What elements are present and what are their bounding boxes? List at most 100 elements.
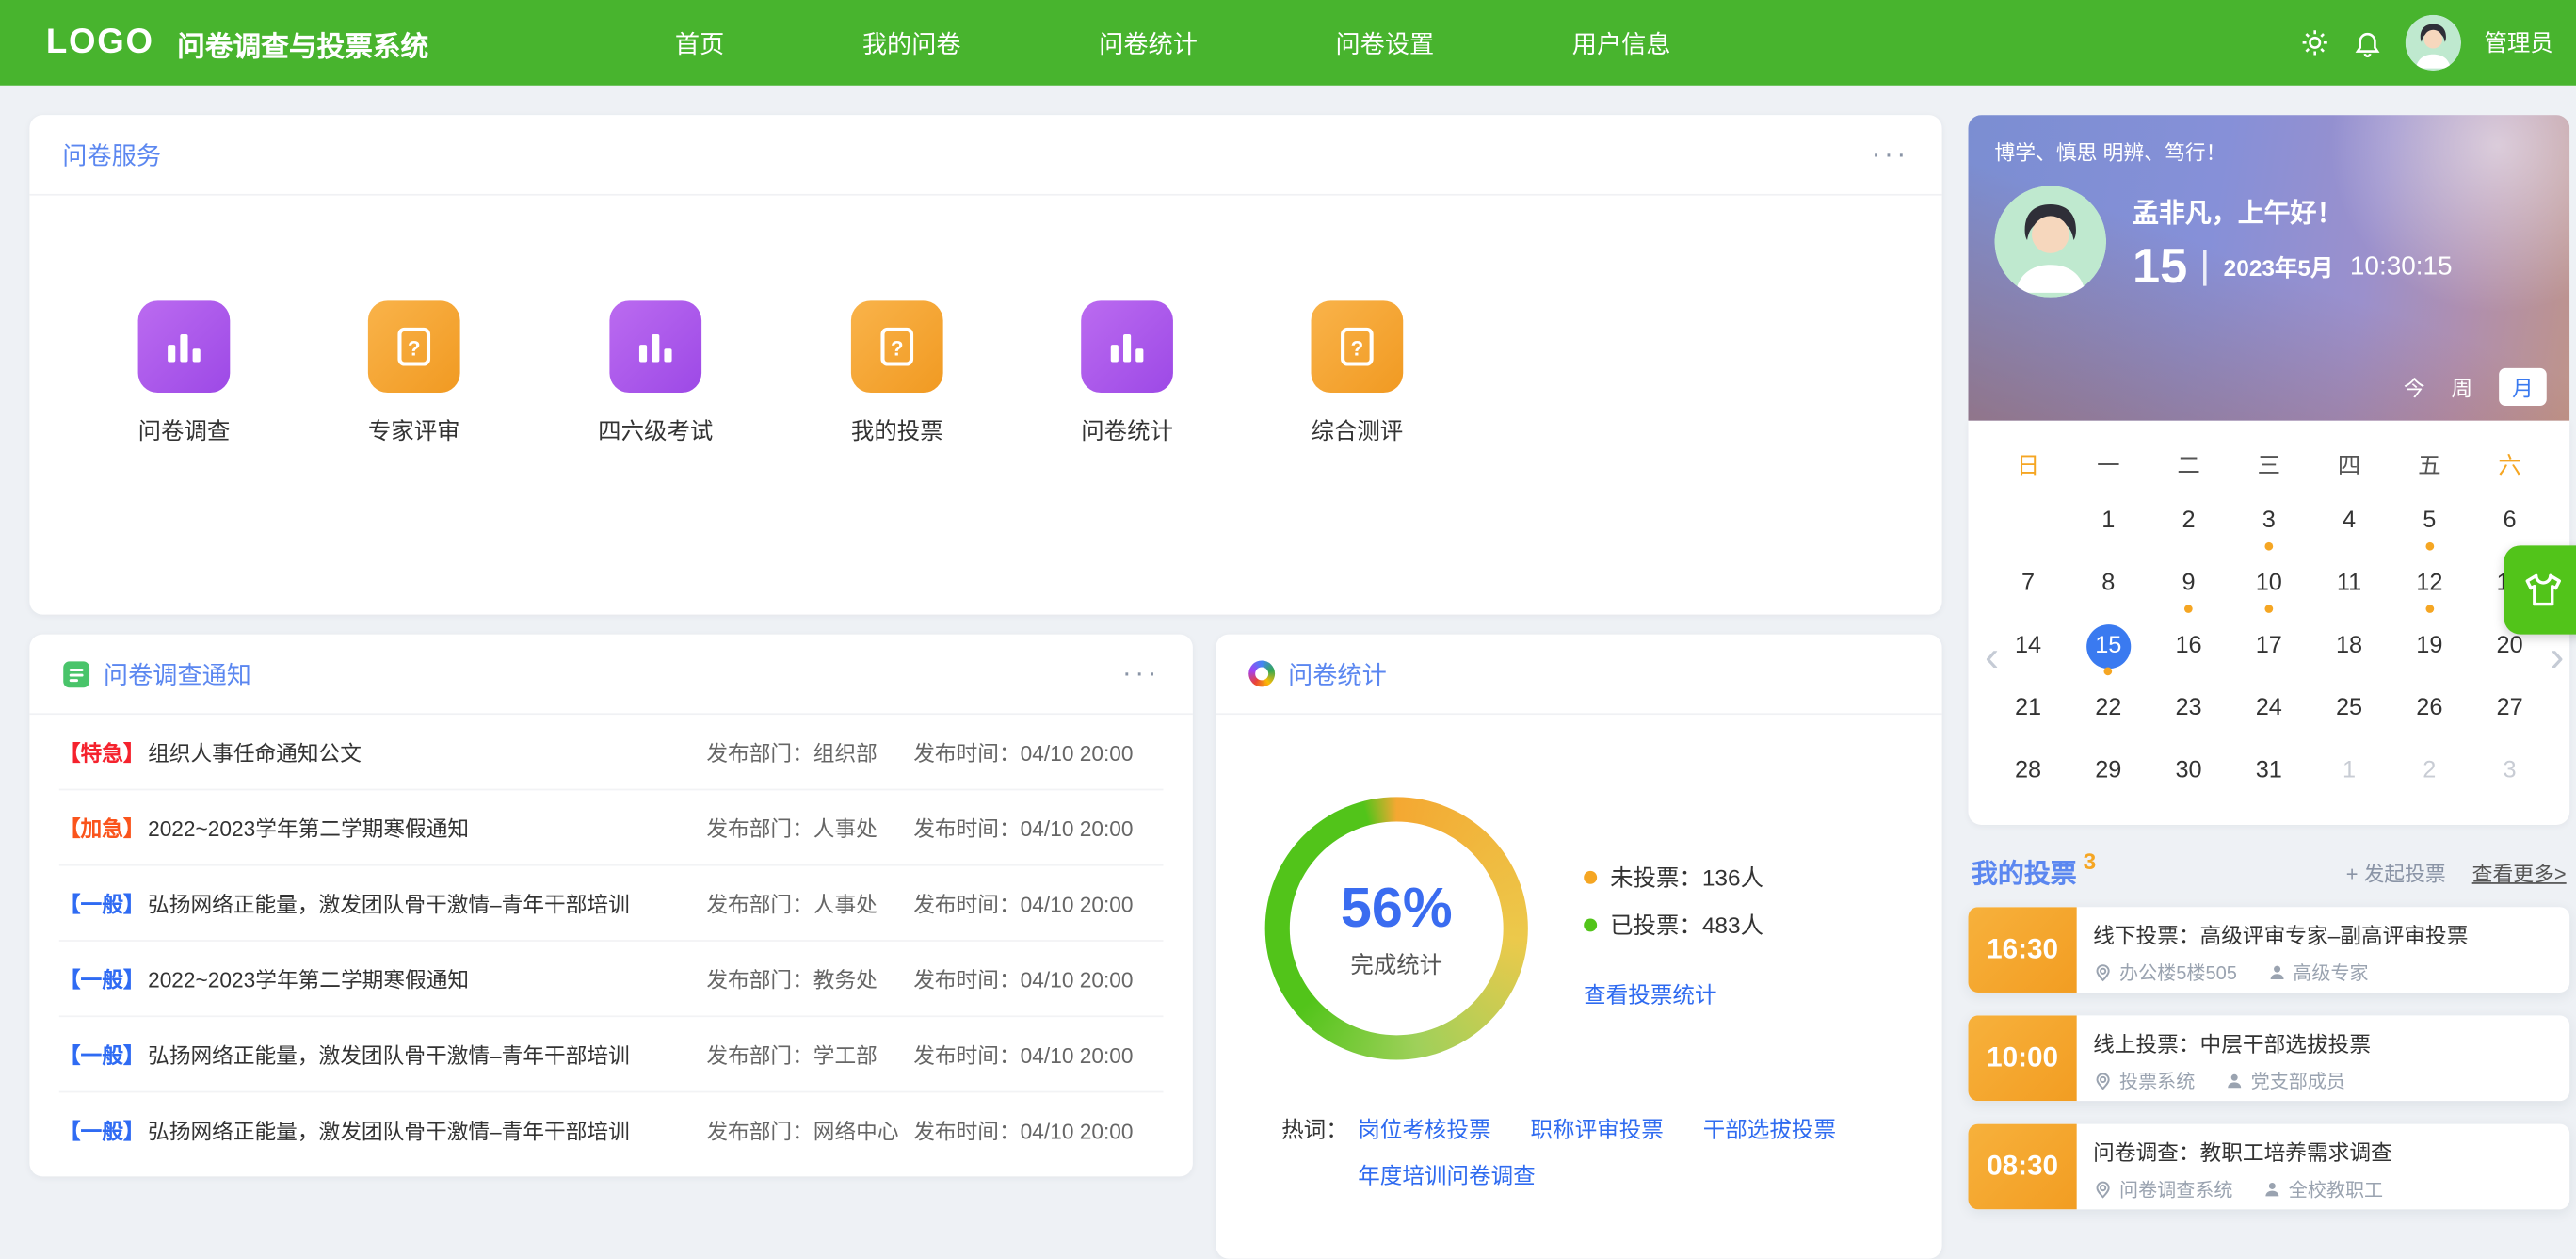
- calendar-days-grid: 1234567891011121314151617181920212223242…: [1988, 490, 2550, 802]
- view-button-周[interactable]: 周: [2451, 371, 2472, 402]
- notice-dept-label: 发布部门：: [706, 967, 813, 993]
- calendar-day[interactable]: 2: [2149, 490, 2229, 552]
- navbar: LOGO 问卷调查与投票系统 首页 我的问卷 问卷统计 问卷设置 用户信息 管理…: [0, 0, 2576, 86]
- notice-time: 发布时间：04/10 20:00: [913, 1039, 1163, 1070]
- calendar-day[interactable]: 17: [2229, 615, 2309, 677]
- calendar-day[interactable]: 19: [2390, 615, 2470, 677]
- calendar-weekday: 一: [2097, 451, 2120, 478]
- calendar-day[interactable]: 2: [2390, 739, 2470, 801]
- gear-icon[interactable]: [2300, 28, 2329, 57]
- calendar-day[interactable]: 9: [2149, 552, 2229, 614]
- calendar-weekday-row: 日一二三四五六: [1988, 441, 2550, 490]
- user-avatar[interactable]: [1994, 186, 2107, 298]
- service-tile-0[interactable]: 问卷调查: [137, 300, 231, 446]
- calendar-day[interactable]: 30: [2149, 739, 2229, 801]
- notice-row[interactable]: 【特急】 组织人事任命通知公文 发布部门：组织部 发布时间：04/10 20:00: [58, 715, 1164, 791]
- calendar-day[interactable]: 1: [2309, 739, 2389, 801]
- calendar-day-number: 30: [2175, 756, 2202, 783]
- notice-dept-label: 发布部门：: [706, 892, 813, 917]
- notice-row[interactable]: 【一般】 弘扬网络正能量，激发团队骨干激情–青年干部培训 发布部门：网络中心 发布时间…: [59, 1092, 1164, 1167]
- calendar-weekday: 日: [2016, 451, 2040, 478]
- vote-item[interactable]: 10:00 线上投票：中层干部选拔投票 投票系统 党支部成员: [1968, 1015, 2570, 1102]
- calendar-day-number: 1: [2101, 507, 2116, 534]
- notice-row[interactable]: 【一般】 2022~2023学年第二学期寒假通知 发布部门：教务处 发布时间：04/1…: [58, 942, 1164, 1018]
- nav-item-1[interactable]: 我的问卷: [862, 25, 961, 60]
- calendar-day[interactable]: 26: [2390, 677, 2470, 739]
- hot-word-link[interactable]: 岗位考核投票: [1358, 1119, 1490, 1141]
- calendar-day[interactable]: 3: [2470, 739, 2550, 801]
- clock-time: 10:30:15: [2349, 252, 2453, 282]
- calendar-day[interactable]: 11: [2309, 552, 2389, 614]
- view-button-今[interactable]: 今: [2404, 371, 2425, 402]
- service-tile-3[interactable]: ? 我的投票: [850, 300, 943, 446]
- calendar-day[interactable]: 5: [2390, 490, 2470, 552]
- calendar-day[interactable]: 18: [2309, 615, 2389, 677]
- vote-item[interactable]: 08:30 问卷调查：教职工培养需求调查 问卷调查系统 全校教职工: [1968, 1123, 2570, 1210]
- notice-row[interactable]: 【一般】 弘扬网络正能量，激发团队骨干激情–青年干部培训 发布部门：学工部 发布时间：…: [58, 1017, 1164, 1093]
- vote-body: 问卷调查：教职工培养需求调查 问卷调查系统 全校教职工: [2077, 1124, 2570, 1210]
- notice-time-value: 04/10 20:00: [1020, 1119, 1134, 1144]
- calendar-day[interactable]: 25: [2309, 677, 2389, 739]
- calendar-day[interactable]: 1: [2069, 490, 2149, 552]
- side-tab-button[interactable]: [2504, 545, 2576, 635]
- notice-dept-value: 人事处: [813, 892, 877, 917]
- calendar-day[interactable]: 22: [2069, 677, 2149, 739]
- nav-item-0[interactable]: 首页: [675, 25, 724, 60]
- profile-info: 孟非凡，上午好！ 15 2023年5月 10:30:15: [2133, 190, 2453, 292]
- calendar-day[interactable]: 29: [2069, 739, 2149, 801]
- calendar-weekday: 五: [2418, 451, 2441, 478]
- pin-icon: [2093, 963, 2113, 983]
- hot-word-link[interactable]: 年度培训问卷调查: [1358, 1164, 1535, 1186]
- service-tile-5[interactable]: ? 综合测评: [1311, 300, 1404, 446]
- vote-item[interactable]: 16:30 线下投票：高级评审专家–副高评审投票 办公楼5楼505 高级专家: [1968, 907, 2570, 993]
- calendar-day[interactable]: 28: [1988, 739, 2068, 801]
- nav-item-3[interactable]: 问卷设置: [1335, 25, 1434, 60]
- calendar-day[interactable]: 15: [2069, 615, 2149, 677]
- calendar-day[interactable]: 27: [2470, 677, 2550, 739]
- calendar-prev-icon[interactable]: ‹: [1985, 635, 1999, 677]
- vote-body: 线下投票：高级评审专家–副高评审投票 办公楼5楼505 高级专家: [2077, 907, 2570, 993]
- hot-word-link[interactable]: 职称评审投票: [1530, 1119, 1663, 1141]
- event-dot: [2424, 605, 2434, 613]
- service-tile-4[interactable]: 问卷统计: [1081, 300, 1173, 446]
- notice-dept: 发布部门：组织部: [706, 736, 913, 767]
- ellipsis-menu-icon[interactable]: ···: [1872, 138, 1909, 171]
- calendar-day[interactable]: 3: [2229, 490, 2309, 552]
- service-tile-1[interactable]: ? 专家评审: [367, 300, 460, 446]
- calendar-day-number: 14: [2014, 631, 2042, 658]
- notice-row[interactable]: 【一般】 弘扬网络正能量，激发团队骨干激情–青年干部培训 发布部门：人事处 发布时间：…: [58, 866, 1164, 942]
- bell-icon[interactable]: [2353, 28, 2382, 58]
- create-vote-button[interactable]: + 发起投票: [2346, 855, 2446, 886]
- calendar-day[interactable]: 8: [2069, 552, 2149, 614]
- calendar-day[interactable]: 16: [2149, 615, 2229, 677]
- notice-dept: 发布部门：学工部: [706, 1039, 913, 1070]
- calendar-next-icon[interactable]: ›: [2550, 635, 2564, 677]
- calendar-day[interactable]: 10: [2229, 552, 2309, 614]
- person-icon: [2262, 1180, 2282, 1200]
- vote-title: 问卷调查：教职工培养需求调查: [2093, 1140, 2392, 1166]
- view-more-link[interactable]: 查看更多>: [2472, 855, 2567, 886]
- calendar-day[interactable]: 31: [2229, 739, 2309, 801]
- notice-list: 【特急】 组织人事任命通知公文 发布部门：组织部 发布时间：04/10 20:00 【加…: [29, 715, 1192, 1167]
- hot-word-link[interactable]: 干部选拔投票: [1703, 1119, 1836, 1141]
- ellipsis-menu-icon[interactable]: ···: [1122, 657, 1160, 690]
- calendar-day[interactable]: 6: [2470, 490, 2550, 552]
- calendar-day-number: 22: [2095, 694, 2122, 721]
- calendar-day[interactable]: 23: [2149, 677, 2229, 739]
- calendar-day[interactable]: 7: [1988, 552, 2068, 614]
- nav-item-2[interactable]: 问卷统计: [1099, 25, 1198, 60]
- calendar-day[interactable]: 24: [2229, 677, 2309, 739]
- nav-item-4[interactable]: 用户信息: [1572, 25, 1671, 60]
- service-tile-2[interactable]: 四六级考试: [598, 300, 713, 446]
- notice-time-value: 04/10 20:00: [1020, 816, 1134, 842]
- calendar-day[interactable]: 12: [2390, 552, 2470, 614]
- calendar-day[interactable]: 14: [1988, 615, 2068, 677]
- services-card-header: 问卷服务 ···: [29, 115, 1942, 196]
- avatar[interactable]: [2405, 14, 2462, 72]
- notice-row[interactable]: 【加急】 2022~2023学年第二学期寒假通知 发布部门：人事处 发布时间：04/1…: [58, 790, 1164, 866]
- view-vote-stats-link[interactable]: 查看投票统计: [1584, 977, 1716, 1009]
- view-button-月[interactable]: 月: [2499, 367, 2547, 407]
- calendar-day[interactable]: 21: [1988, 677, 2068, 739]
- votes-title: 我的投票: [1972, 861, 2077, 890]
- calendar-day[interactable]: 4: [2309, 490, 2389, 552]
